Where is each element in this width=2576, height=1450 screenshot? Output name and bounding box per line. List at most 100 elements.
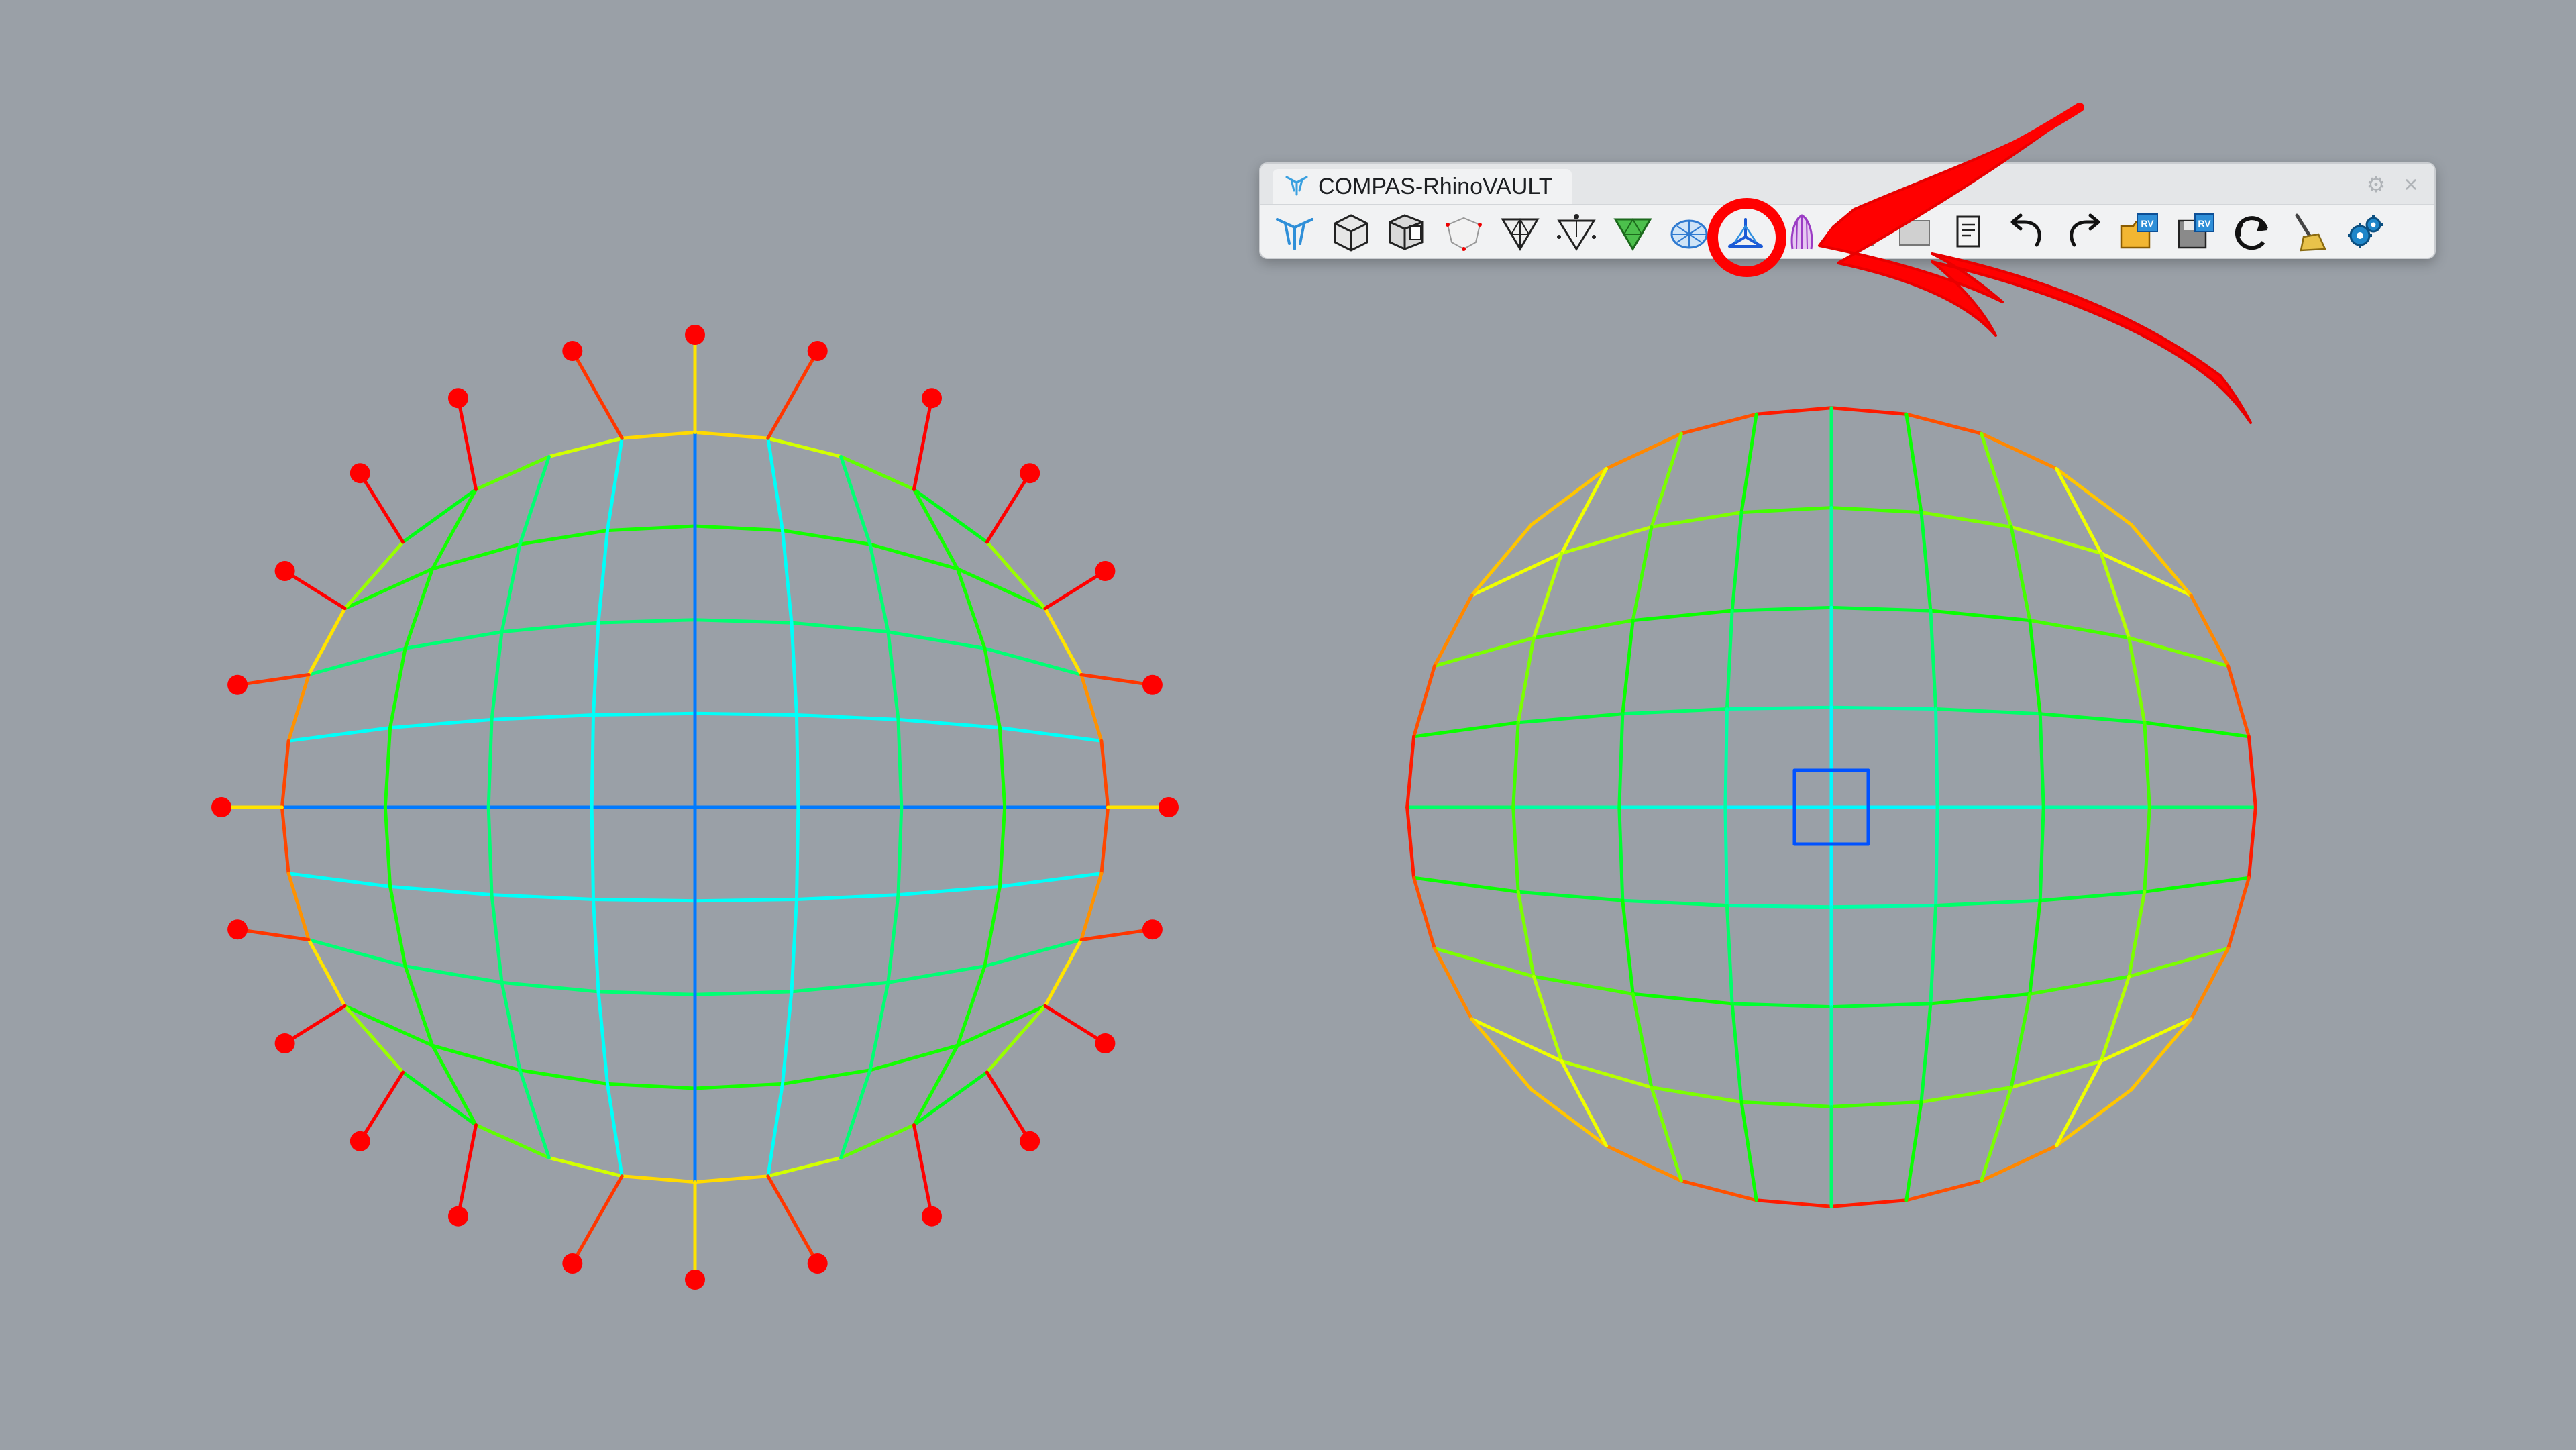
purple-vault-icon [1779, 210, 1825, 256]
form-diagram-button[interactable] [1325, 209, 1377, 257]
refresh-button[interactable] [2226, 209, 2279, 257]
form-edge [693, 524, 784, 533]
support-edge [570, 349, 624, 440]
vertical-equilibrium-button[interactable] [1719, 209, 1772, 257]
broom-icon [2286, 210, 2332, 256]
support-edge [766, 349, 820, 440]
force-edge [1650, 1086, 1743, 1104]
form-edge [518, 529, 609, 546]
close-icon[interactable]: × [2400, 172, 2422, 197]
form-edge [781, 529, 794, 625]
force-edge [1516, 890, 1625, 902]
support-point[interactable] [448, 388, 468, 409]
support-point[interactable] [807, 341, 828, 361]
force-edge [1725, 609, 1734, 711]
support-point[interactable] [1020, 463, 1040, 484]
clear-button[interactable] [2283, 209, 2335, 257]
form-edge [896, 717, 1002, 730]
form-edge [307, 646, 407, 676]
report-button[interactable] [1945, 209, 1997, 257]
force-edge [2038, 712, 2045, 809]
force-edge [1679, 1179, 1758, 1202]
support-point[interactable] [685, 1270, 705, 1290]
support-point[interactable] [1142, 674, 1163, 695]
force-edge [1730, 1002, 1743, 1104]
support-point[interactable] [227, 919, 248, 940]
form-from-file-button[interactable] [1381, 209, 1434, 257]
thrust-diagram-button[interactable] [1776, 209, 1828, 257]
support-point[interactable] [211, 797, 231, 817]
force-edge [1432, 946, 1536, 978]
support-edge [358, 471, 405, 544]
force-edge [1904, 1179, 1984, 1202]
gear-icon[interactable]: ⚙ [2365, 173, 2387, 196]
form-from-surface-button[interactable] [1438, 209, 1490, 257]
form-edge [486, 717, 494, 809]
form-edge [795, 713, 900, 721]
support-point[interactable] [807, 1253, 828, 1274]
force-edge [1412, 876, 1436, 950]
form-edge [868, 980, 890, 1072]
force-edge [2127, 946, 2231, 978]
force-edge [1929, 609, 2032, 623]
form-edge [985, 1004, 1047, 1074]
settings-button[interactable] [2339, 209, 2392, 257]
undo-button[interactable] [2001, 209, 2053, 257]
rhinovault-init-button[interactable] [1269, 209, 1321, 257]
force-edge [2038, 712, 2147, 725]
force-diagram[interactable] [1405, 406, 2257, 1208]
form-edge [693, 898, 798, 903]
save-session-button[interactable]: RV [2170, 209, 2222, 257]
form-supports-button[interactable] [1550, 209, 1603, 257]
support-point[interactable] [1159, 797, 1179, 817]
horizontal-equilibrium-button[interactable] [1663, 209, 1715, 257]
gears-icon [2343, 210, 2388, 256]
folder-rv-icon: RV [2117, 210, 2163, 256]
support-point[interactable] [1020, 1131, 1040, 1151]
support-point[interactable] [350, 1131, 370, 1151]
redo-button[interactable] [2057, 209, 2110, 257]
form-edge [896, 805, 904, 897]
support-point[interactable] [562, 341, 583, 361]
form-edge [790, 621, 890, 634]
triangle-mesh-icon [1497, 210, 1543, 256]
support-point[interactable] [227, 674, 248, 695]
form-edge [886, 964, 987, 984]
box-stack-icon [1385, 210, 1430, 256]
support-point[interactable] [922, 1206, 942, 1227]
force-edge [1739, 506, 1833, 515]
force-edge [1904, 412, 1923, 515]
force-edge [1934, 805, 1939, 907]
support-point[interactable] [274, 561, 295, 581]
support-point[interactable] [1095, 1033, 1116, 1053]
form-edge [547, 1156, 624, 1178]
hidden-tool-1-button[interactable] [1832, 209, 1884, 257]
form-diagram-modify-button[interactable] [1494, 209, 1546, 257]
force-edge [1650, 431, 1683, 529]
force-edge [1511, 805, 1520, 894]
rhino-viewport[interactable]: COMPAS-RhinoVAULT ⚙ × RV RV [0, 0, 2576, 1450]
force-diagram-button[interactable] [1607, 209, 1659, 257]
support-point[interactable] [685, 325, 705, 345]
form-edge [766, 1082, 784, 1178]
support-point[interactable] [274, 1033, 295, 1053]
form-edge [596, 990, 697, 996]
form-diagram[interactable] [211, 325, 1179, 1290]
support-point[interactable] [448, 1206, 468, 1227]
force-edge [1725, 705, 1833, 711]
open-session-button[interactable]: RV [2114, 209, 2166, 257]
form-edge [286, 872, 392, 888]
force-edge [1470, 1017, 1534, 1092]
force-edge [1650, 1086, 1683, 1183]
support-point[interactable] [350, 463, 370, 484]
support-point[interactable] [1142, 919, 1163, 940]
hidden-tool-2-button[interactable] [1888, 209, 1941, 257]
support-point[interactable] [922, 388, 942, 409]
support-point[interactable] [562, 1253, 583, 1274]
support-point[interactable] [1095, 561, 1116, 581]
panel-tab-rhinovault[interactable]: COMPAS-RhinoVAULT [1273, 169, 1572, 204]
rhinovault-toolbar-panel[interactable]: COMPAS-RhinoVAULT ⚙ × RV RV [1259, 162, 2436, 259]
force-edge [2127, 636, 2231, 668]
force-edge [1725, 904, 1734, 1006]
force-edge [1980, 431, 2013, 529]
